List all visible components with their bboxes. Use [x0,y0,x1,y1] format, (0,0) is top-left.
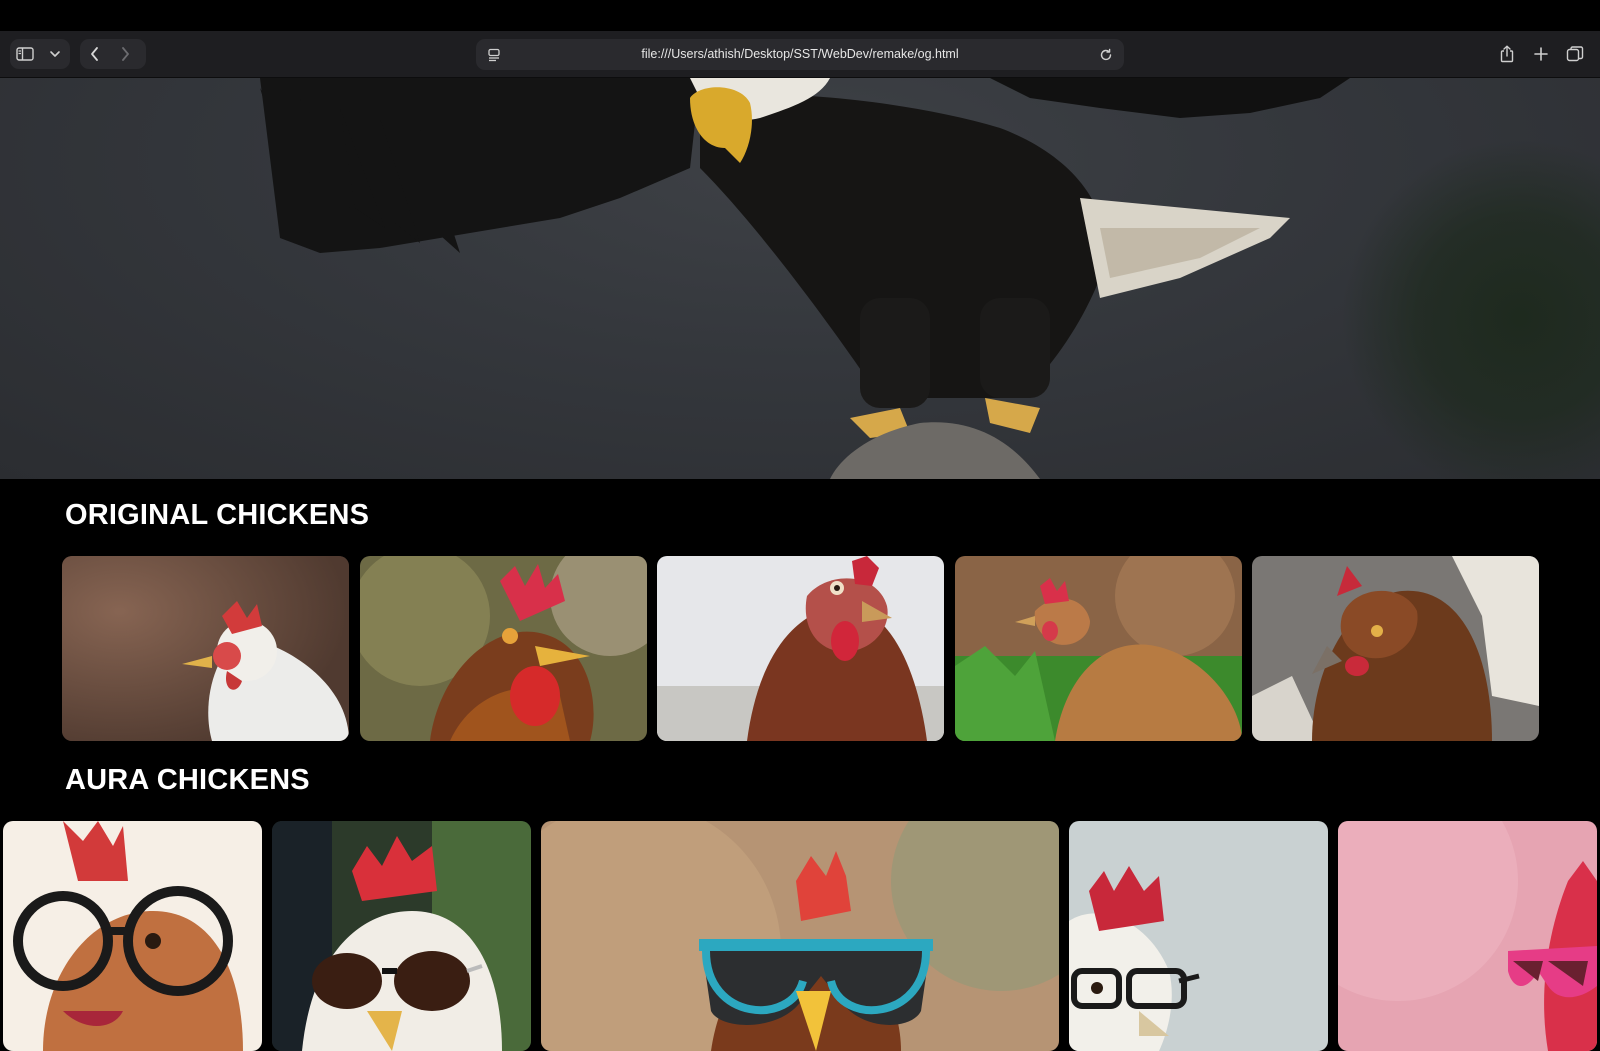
page-menu-icon[interactable] [484,45,504,65]
sidebar-button-group [10,39,70,69]
back-button[interactable] [80,39,110,69]
hero-eagle-image [0,78,1600,479]
window-top-strip [0,0,1600,31]
plus-icon[interactable] [1526,39,1556,69]
aura-chicken-photo[interactable] [541,821,1059,1051]
share-icon[interactable] [1492,39,1522,69]
chevron-down-icon[interactable] [40,39,70,69]
chevron-left-icon [91,47,98,61]
original-chicken-photo[interactable] [360,556,647,741]
address-bar[interactable]: file:///Users/athish/Desktop/SST/WebDev/… [476,39,1124,70]
aura-chicken-photo[interactable] [3,821,262,1051]
original-chicken-photo[interactable] [62,556,349,741]
url-text[interactable]: file:///Users/athish/Desktop/SST/WebDev/… [516,39,1084,70]
sidebar-icon[interactable] [10,39,40,69]
section-title-aura: AURA CHICKENS [65,764,310,796]
forward-button[interactable] [110,39,140,69]
aura-chicken-photo[interactable] [272,821,531,1051]
reload-icon[interactable] [1096,45,1116,65]
chevron-right-icon [122,47,129,61]
aura-chicken-photo[interactable] [1069,821,1328,1051]
original-chicken-photo[interactable] [657,556,944,741]
toolbar-right-tools [1492,39,1590,69]
browser-toolbar: file:///Users/athish/Desktop/SST/WebDev/… [0,31,1600,78]
hero-foliage [1340,138,1600,479]
tabs-icon[interactable] [1560,39,1590,69]
original-chicken-photo[interactable] [955,556,1242,741]
original-chicken-photo[interactable] [1252,556,1539,741]
section-title-original: ORIGINAL CHICKENS [65,499,370,531]
navigation-button-group [80,39,146,69]
aura-chicken-photo[interactable] [1338,821,1597,1051]
